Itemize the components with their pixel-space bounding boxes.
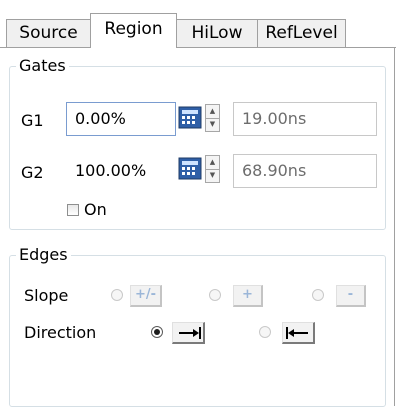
direction-forward-button[interactable] xyxy=(172,322,205,344)
direction-reverse-radio[interactable] xyxy=(259,326,271,338)
slope-plus-button[interactable]: + xyxy=(233,285,263,307)
slope-minus-button[interactable]: - xyxy=(336,285,366,307)
edges-group: Edges Slope +/- + - Direction xyxy=(9,246,386,407)
calculator-icon[interactable] xyxy=(178,157,204,181)
on-label: On xyxy=(84,200,107,219)
direction-label: Direction xyxy=(24,323,97,342)
spin-up-icon[interactable]: ▲ xyxy=(206,105,219,119)
tab-bar: Source Region HiLow RefLevel xyxy=(0,0,396,48)
g2-label: G2 xyxy=(21,163,44,182)
g2-input[interactable]: 100.00% xyxy=(66,154,176,188)
g1-time-readout: 19.00ns xyxy=(233,102,377,136)
slope-both-radio[interactable] xyxy=(111,289,123,301)
calculator-icon[interactable] xyxy=(178,106,204,130)
slope-plus-radio[interactable] xyxy=(209,289,221,301)
tab-hilow[interactable]: HiLow xyxy=(176,19,258,47)
g2-spinner[interactable]: ▲ ▼ xyxy=(205,155,220,183)
spin-down-icon[interactable]: ▼ xyxy=(206,118,219,131)
spin-down-icon[interactable]: ▼ xyxy=(206,169,219,182)
on-checkbox[interactable] xyxy=(67,204,79,216)
direction-reverse-button[interactable] xyxy=(282,322,315,344)
gates-group: Gates G1 0.00% ▲ ▼ 19.00ns G2 100.00% ▲ … xyxy=(9,57,386,230)
direction-forward-radio[interactable] xyxy=(151,326,163,338)
g1-label: G1 xyxy=(21,111,44,130)
g1-spinner[interactable]: ▲ ▼ xyxy=(205,104,220,132)
region-panel: Gates G1 0.00% ▲ ▼ 19.00ns G2 100.00% ▲ … xyxy=(0,48,395,407)
slope-label: Slope xyxy=(24,286,69,305)
g1-input[interactable]: 0.00% xyxy=(66,102,176,136)
edges-title: Edges xyxy=(16,246,71,264)
g2-time-readout: 68.90ns xyxy=(233,154,377,188)
spin-up-icon[interactable]: ▲ xyxy=(206,156,219,170)
tab-region[interactable]: Region xyxy=(90,13,177,48)
slope-both-button[interactable]: +/- xyxy=(130,285,162,307)
slope-minus-radio[interactable] xyxy=(312,289,324,301)
tab-source[interactable]: Source xyxy=(6,19,91,47)
gates-title: Gates xyxy=(16,57,69,75)
tab-reflevel[interactable]: RefLevel xyxy=(257,19,346,47)
